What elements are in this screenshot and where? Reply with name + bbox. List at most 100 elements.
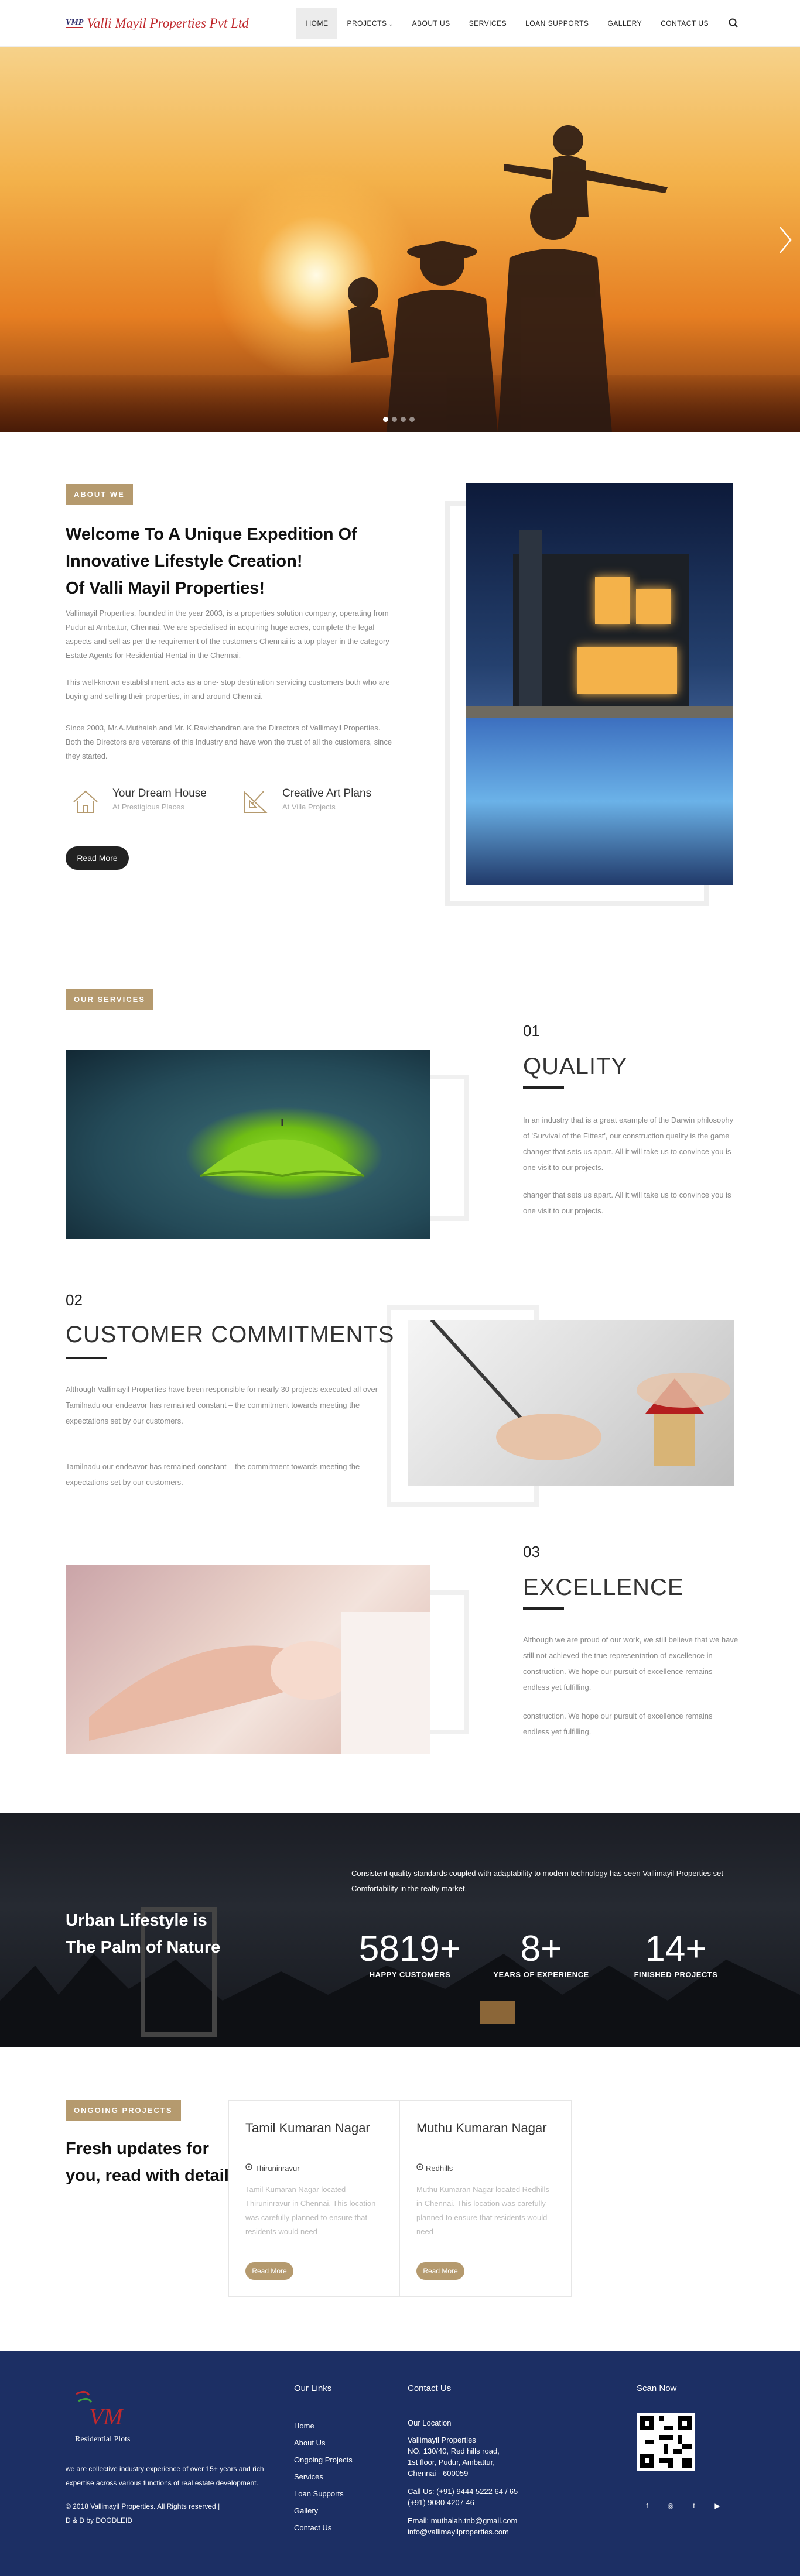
footer-link-about[interactable]: About Us xyxy=(294,2434,353,2451)
footer-link-home[interactable]: Home xyxy=(294,2417,353,2434)
footer-contact-heading: Contact Us xyxy=(408,2383,452,2393)
project-title[interactable]: Tamil Kumaran Nagar xyxy=(245,2121,370,2136)
site-logo[interactable]: VMP Valli Mayil Properties Pvt Ltd xyxy=(66,14,276,33)
phone-link[interactable]: Call Us: (+91) 9444 5222 64 / 65 xyxy=(408,2486,548,2497)
project-card[interactable]: Muthu Kumaran Nagar Redhills Muthu Kumar… xyxy=(399,2100,572,2297)
umbrella-illustration xyxy=(200,1119,365,1178)
facebook-icon[interactable]: f xyxy=(642,2500,652,2511)
house-icon xyxy=(70,787,101,817)
service-number: 03 xyxy=(523,1543,540,1560)
nav-about[interactable]: ABOUT US xyxy=(403,8,460,39)
stat-number: 14+ xyxy=(645,1929,707,1969)
image-window xyxy=(577,647,677,694)
footer-link-contact[interactable]: Contact Us xyxy=(294,2519,353,2536)
feature-title: Your Dream House xyxy=(112,787,207,800)
image-pillar xyxy=(519,530,542,706)
nav-services[interactable]: SERVICES xyxy=(460,8,516,39)
location-label: Our Location xyxy=(408,2419,452,2427)
ruler-icon xyxy=(240,787,271,817)
email-link-2[interactable]: info@vallimayilproperties.com xyxy=(408,2526,548,2537)
image-window xyxy=(595,577,630,624)
chevron-down-icon: ⌄ xyxy=(388,21,394,27)
stats-description: Consistent quality standards coupled wit… xyxy=(351,1869,723,1893)
service-description: Although Vallimayil Properties have been… xyxy=(66,1385,378,1425)
nav-home[interactable]: HOME xyxy=(296,8,338,39)
excellence-hands-image xyxy=(66,1565,430,1754)
project-description: Tamil Kumaran Nagar located Thiruninravu… xyxy=(245,2185,376,2236)
nav-loan-supports[interactable]: LOAN SUPPORTS xyxy=(516,8,598,39)
footer-logo-caption: Residential Plots xyxy=(75,2435,131,2444)
service-description: changer that sets us apart. All it will … xyxy=(523,1191,731,1215)
twitter-icon[interactable]: t xyxy=(689,2500,699,2511)
commitments-image xyxy=(408,1320,734,1486)
project-location-label: Redhills xyxy=(426,2163,453,2173)
footer-scan-heading: Scan Now xyxy=(637,2383,677,2393)
hero-next-arrow[interactable] xyxy=(777,222,794,258)
about-read-more-button[interactable]: Read More xyxy=(66,846,129,870)
stat-years-experience: 8+ YEARS OF EXPERIENCE xyxy=(483,1928,600,1979)
logo-mark: VMP xyxy=(66,18,84,28)
footer-logo-mark: VM xyxy=(76,2391,124,2430)
stat-number: 8+ xyxy=(520,1929,562,1969)
service-title-underline xyxy=(523,1086,564,1089)
address: Vallimayil Properties NO. 130/40, Red hi… xyxy=(408,2434,548,2479)
project-card[interactable]: Tamil Kumaran Nagar Thiruninravur Tamil … xyxy=(228,2100,399,2297)
nav-contact[interactable]: CONTACT US xyxy=(651,8,718,39)
copyright-text: © 2018 Vallimayil Properties. All Rights… xyxy=(66,2502,220,2510)
about-paragraph: This well-known establishment acts as a … xyxy=(66,678,390,701)
instagram-icon[interactable]: ◎ xyxy=(665,2500,676,2511)
service-title-underline xyxy=(523,1607,564,1610)
location-pin-icon xyxy=(245,2163,252,2173)
search-icon[interactable] xyxy=(726,16,741,31)
service-title-underline xyxy=(66,1357,107,1359)
service-description: Although we are proud of our work, we st… xyxy=(523,1635,739,1692)
project-title[interactable]: Muthu Kumaran Nagar xyxy=(416,2121,547,2136)
service-description: Tamilnadu our endeavor has remained cons… xyxy=(66,1462,360,1487)
stat-label: FINISHED PROJECTS xyxy=(634,1970,718,1979)
stats-tagline: Urban Lifestyle is The Palm of Nature xyxy=(66,1911,221,1957)
feature-title: Creative Art Plans xyxy=(282,787,372,800)
youtube-icon[interactable]: ▶ xyxy=(712,2500,723,2511)
hand-house-illustration xyxy=(430,1320,730,1466)
project-description: Muthu Kumaran Nagar located Redhills in … xyxy=(416,2185,549,2236)
footer-links-heading: Our Links xyxy=(294,2383,332,2393)
footer-link-gallery[interactable]: Gallery xyxy=(294,2502,353,2519)
footer-link-loan-supports[interactable]: Loan Supports xyxy=(294,2485,353,2502)
project-read-more-button[interactable]: Read More xyxy=(416,2262,464,2280)
about-paragraph: Vallimayil Properties, founded in the ye… xyxy=(66,609,389,660)
project-location-label: Thiruninravur xyxy=(255,2163,300,2173)
image-house xyxy=(513,530,689,706)
footer-link-ongoing-projects[interactable]: Ongoing Projects xyxy=(294,2451,353,2468)
phone-link-2[interactable]: (+91) 9080 4207 46 xyxy=(408,2497,548,2508)
address-line: Vallimayil Properties xyxy=(408,2436,476,2444)
projects-heading: Fresh updates for you, read with detail. xyxy=(66,2139,234,2185)
baby-hand-illustration xyxy=(89,1612,430,1754)
service-number: 01 xyxy=(523,1022,540,1040)
email-link[interactable]: Email: muthaiah.tnb@gmail.com xyxy=(408,2515,548,2526)
hero-dot[interactable] xyxy=(401,417,406,422)
credit-link[interactable]: D & D by DOODLEID xyxy=(66,2513,276,2527)
project-location: Thiruninravur xyxy=(245,2163,300,2173)
hero-dot[interactable] xyxy=(409,417,415,422)
about-title-line: Welcome To A Unique Expedition Of xyxy=(66,525,357,544)
footer-link-services[interactable]: Services xyxy=(294,2468,353,2485)
main-nav: HOME PROJECTS ⌄ ABOUT US SERVICES LOAN SU… xyxy=(296,8,741,39)
project-read-more-button[interactable]: Read More xyxy=(245,2262,293,2280)
stat-finished-projects: 14+ FINISHED PROJECTS xyxy=(617,1928,734,1979)
feature-subtitle: At Prestigious Places xyxy=(112,802,184,811)
nav-projects-label: PROJECTS xyxy=(347,19,387,28)
project-location: Redhills xyxy=(416,2163,453,2173)
hero-dot[interactable] xyxy=(392,417,397,422)
nav-gallery[interactable]: GALLERY xyxy=(598,8,651,39)
nav-projects[interactable]: PROJECTS ⌄ xyxy=(337,8,402,39)
service-title: QUALITY xyxy=(523,1054,628,1079)
image-pool xyxy=(466,718,733,885)
image-window xyxy=(636,589,671,624)
feature-dream-house: Your Dream House At Prestigious Places xyxy=(70,787,207,817)
projects-section-tag: ONGOING PROJECTS xyxy=(66,2100,181,2121)
service-description: construction. We hope our pursuit of exc… xyxy=(523,1711,713,1736)
logo-name: Valli Mayil Properties Pvt Ltd xyxy=(87,16,249,30)
footer-about-text: we are collective industry experience of… xyxy=(66,2465,264,2487)
stat-label: HAPPY CUSTOMERS xyxy=(369,1970,451,1979)
hero-dot[interactable] xyxy=(383,417,388,422)
